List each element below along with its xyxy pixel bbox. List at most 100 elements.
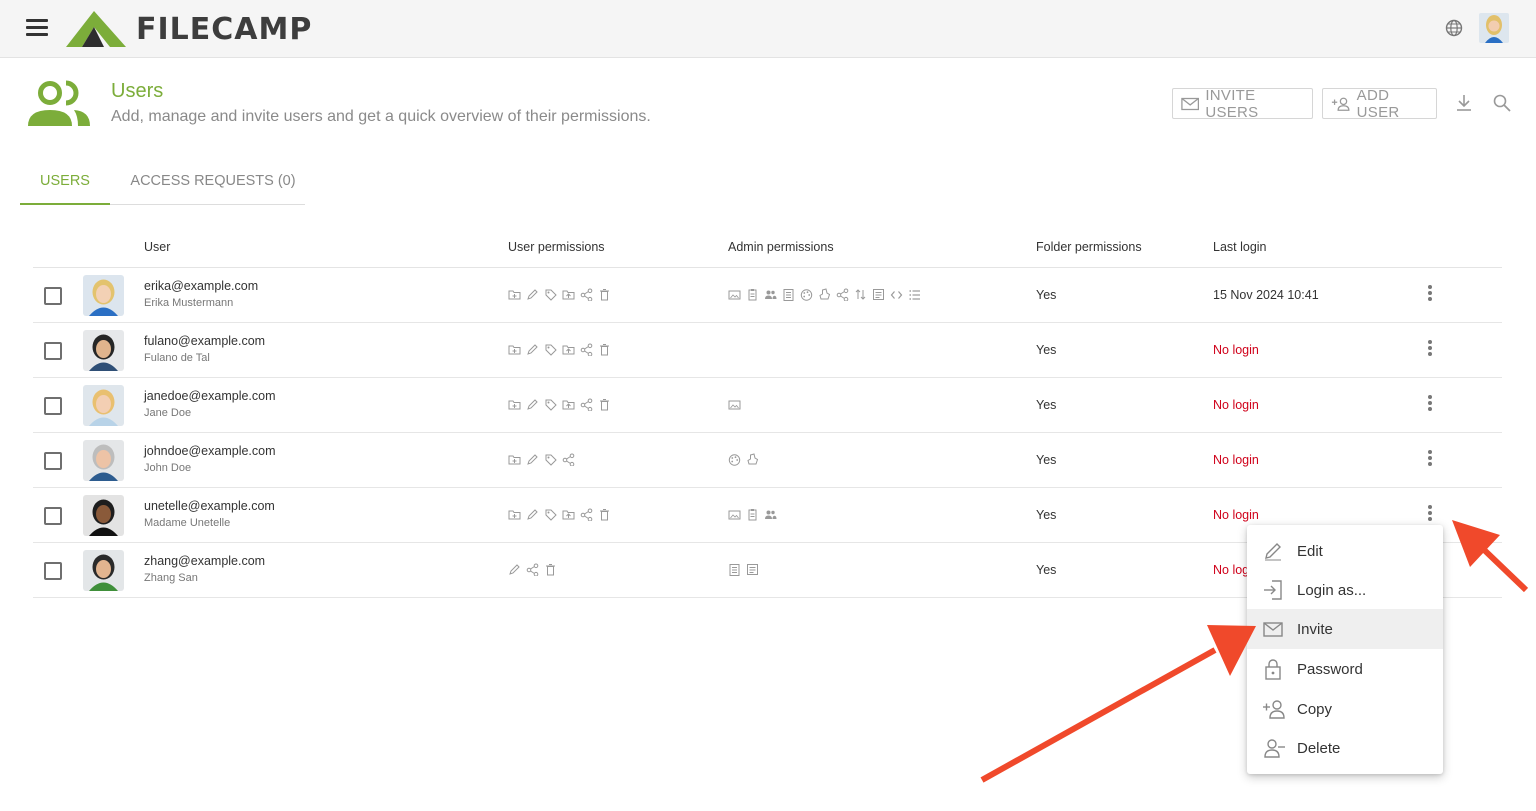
user-full-name: John Doe [144,462,192,474]
row-checkbox[interactable] [44,452,62,470]
user-email[interactable]: janedoe@example.com [144,389,276,403]
download-icon[interactable] [1454,93,1474,113]
row-more-options-icon[interactable] [1424,449,1436,469]
delete-icon [600,343,609,355]
edit-icon [527,398,538,410]
palette-icon [800,288,813,301]
menu-item-delete[interactable]: Delete [1247,728,1443,768]
delete-icon [600,288,609,300]
table-row[interactable]: johndoe@example.com John Doe Yes No login [33,433,1502,488]
user-permissions [508,342,616,356]
admin-permissions [728,507,782,521]
row-more-options-icon[interactable] [1424,504,1436,524]
column-header-user[interactable]: User [144,240,170,254]
folder-permissions: Yes [1036,508,1057,522]
top-bar: FILECAMP [0,0,1536,58]
share-icon [580,398,593,411]
tab-users[interactable]: USERS [20,160,110,205]
menu-item-password[interactable]: Password [1247,649,1443,689]
code-icon [890,290,903,299]
menu-item-label: Edit [1297,542,1323,560]
tab-access-requests[interactable]: ACCESS REQUESTS (0) [128,160,298,205]
edit-icon [527,288,538,300]
folder-permissions: Yes [1036,398,1057,412]
user-add-icon [1331,97,1350,111]
menu-item-login-as[interactable]: Login as... [1247,570,1443,610]
logo-mark-icon [66,11,126,47]
delete-icon [546,563,555,575]
admin-permissions [728,452,764,466]
user-permissions [508,452,580,466]
menu-item-label: Delete [1297,739,1341,757]
envelope-icon [1181,97,1200,110]
invite-users-button[interactable]: INVITE USERS [1172,86,1313,121]
row-checkbox[interactable] [44,562,62,580]
menu-item-edit[interactable]: Edit [1247,531,1443,571]
tag-icon [545,509,557,521]
user-email[interactable]: fulano@example.com [144,334,265,348]
user-full-name: Madame Unetelle [144,517,231,529]
tag-icon [545,399,557,411]
user-full-name: Fulano de Tal [144,352,210,364]
avatar [83,495,124,536]
hamburger-icon[interactable] [26,19,48,37]
row-checkbox[interactable] [44,507,62,525]
user-email[interactable]: erika@example.com [144,279,258,293]
filecamp-logo[interactable]: FILECAMP [64,8,312,50]
user-email[interactable]: johndoe@example.com [144,444,276,458]
user-email[interactable]: zhang@example.com [144,554,265,568]
user-permissions [508,397,616,411]
last-login: No login [1213,343,1259,357]
column-header-folder-permissions[interactable]: Folder permissions [1036,240,1142,254]
column-header-user-permissions[interactable]: User permissions [508,240,605,254]
folder-add-icon [508,400,521,409]
table-row[interactable]: janedoe@example.com Jane Doe Yes No login [33,378,1502,433]
table-row[interactable]: erika@example.com Erika Mustermann Yes 15 N… [33,268,1502,323]
row-more-options-icon[interactable] [1424,339,1436,359]
row-checkbox[interactable] [44,342,62,360]
edit-icon [527,453,538,465]
avatar [83,550,124,591]
edit-icon [527,343,538,355]
page-subtitle: Add, manage and invite users and get a q… [111,108,651,125]
folder-add-icon [508,345,521,354]
avatar [83,385,124,426]
menu-item-invite[interactable]: Invite [1247,609,1443,649]
table-row[interactable]: fulano@example.com Fulano de Tal Yes No log… [33,323,1502,378]
login-icon [1264,580,1282,600]
row-checkbox[interactable] [44,397,62,415]
globe-icon[interactable] [1444,18,1464,38]
folder-permissions: Yes [1036,453,1057,467]
page-title: Users [111,80,164,102]
column-header-admin-permissions[interactable]: Admin permissions [728,240,834,254]
column-header-last-login[interactable]: Last login [1213,240,1267,254]
search-icon[interactable] [1492,93,1512,113]
annotation-arrow-invite [980,625,1256,783]
invite-users-label: INVITE USERS [1205,86,1259,121]
row-more-options-icon[interactable] [1424,394,1436,414]
form-icon [747,563,758,575]
folder-permissions: Yes [1036,343,1057,357]
edit-icon [509,563,520,575]
avatar [83,275,124,316]
user-permissions [508,507,616,521]
user-add-icon [1263,700,1285,719]
menu-item-label: Login as... [1297,581,1367,599]
folder-image-icon [728,290,741,299]
user-email[interactable]: unetelle@example.com [144,499,275,513]
current-user-avatar[interactable] [1479,13,1509,43]
share-icon [836,288,849,301]
stamp-icon [747,452,759,464]
user-full-name: Jane Doe [144,407,192,419]
palette-icon [728,453,741,466]
menu-item-label: Copy [1297,700,1333,718]
list-icon [909,289,920,300]
row-more-options-icon[interactable] [1424,284,1436,304]
menu-item-copy[interactable]: Copy [1247,689,1443,729]
upload-icon [562,290,575,299]
add-user-button[interactable]: ADD USER [1322,87,1437,121]
clipboard-icon [748,508,757,520]
row-checkbox[interactable] [44,287,62,305]
folder-add-icon [508,455,521,464]
stamp-icon [819,287,831,299]
